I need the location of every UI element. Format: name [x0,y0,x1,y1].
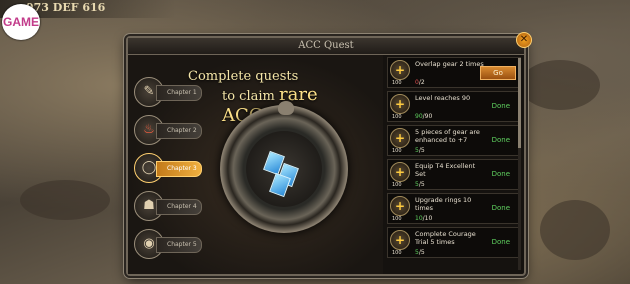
quest-description: Upgrade rings 10 times [415,196,472,212]
done-status: Done [491,102,510,110]
acc-quest-window: ACC Quest ✕ Complete quests to claim rar… [126,32,532,276]
chapter-label: Chapter 5 [156,237,202,253]
plus-reward-icon: + [390,94,410,114]
quest-progress: 5/5 [415,147,425,154]
quest-row: + 100 Upgrade rings 10 times 10/10 Done [387,193,521,224]
quest-progress: 90/90 [415,113,432,120]
window-title: ACC Quest [128,38,524,55]
hud-stats-text: 973 DEF 616 [26,1,106,14]
plus-reward-icon: + [390,196,410,216]
quest-description: Equip T4 Excellent Set [415,162,476,178]
chapter-tab-2[interactable]: ♨ Chapter 2 [134,115,202,145]
reward-ring [220,105,348,233]
background-rock [540,200,610,260]
plus-reward-icon: + [390,128,410,148]
progress-current: 10 [415,215,423,222]
done-status: Done [491,238,510,246]
quest-description: Overlap gear 2 times [415,60,484,68]
quest-list: + 100 Overlap gear 2 times 0/2 Go + 100 … [387,57,521,272]
quest-row: + 100 Overlap gear 2 times 0/2 Go [387,57,521,88]
quest-row: + 100 Level reaches 90 90/90 Done [387,91,521,122]
progress-total: /90 [422,113,433,120]
reward-amount: 100 [392,182,402,188]
ring-center [246,131,322,207]
reward-amount: 100 [392,80,402,86]
plus-reward-icon: + [390,230,410,250]
quest-description: 5 pieces of gear are enhanced to +7 [415,128,480,144]
quest-progress: 10/10 [415,215,432,222]
chapter-tab-3[interactable]: ◯ Chapter 3 [134,153,202,183]
quest-row: + 100 Complete Courage Trial 5 times 5/5… [387,227,521,258]
reward-amount: 100 [392,114,402,120]
quest-scrollbar[interactable] [518,58,521,270]
quest-progress: 5/5 [415,249,425,256]
reward-amount: 100 [392,148,402,154]
headline-line1: Complete quests [188,69,299,84]
scrollbar-thumb[interactable] [518,58,521,148]
close-icon[interactable]: ✕ [516,32,532,48]
background-rock [20,180,110,220]
showcase-panel: Complete quests to claim rare ACCs ✎ Cha… [128,55,383,274]
done-status: Done [491,204,510,212]
background-rock [520,60,600,110]
progress-total: /5 [418,249,425,256]
headline-line2-prefix: to claim [222,89,279,104]
reward-amount: 100 [392,216,402,222]
crystal-icon [269,172,291,198]
game-logo-text: GAME [3,15,39,29]
plus-reward-icon: + [390,60,410,80]
chapter-tab-5[interactable]: ◉ Chapter 5 [134,229,202,259]
progress-total: /5 [418,181,425,188]
plus-reward-icon: + [390,162,410,182]
chapter-tab-1[interactable]: ✎ Chapter 1 [134,77,202,107]
chapter-label: Chapter 3 [156,161,202,177]
done-status: Done [491,136,510,144]
chapter-list: ✎ Chapter 1 ♨ Chapter 2 ◯ Chapter 3 ☗ Ch… [134,77,202,267]
quest-progress: 5/5 [415,181,425,188]
quest-description: Complete Courage Trial 5 times [415,230,476,246]
reward-amount: 100 [392,250,402,256]
go-button[interactable]: Go [480,66,516,80]
done-status: Done [491,170,510,178]
quest-row: + 100 5 pieces of gear are enhanced to +… [387,125,521,156]
quest-progress: 0/2 [415,79,425,86]
progress-total: /5 [418,147,425,154]
quest-row: + 100 Equip T4 Excellent Set 5/5 Done [387,159,521,190]
progress-current: 90 [415,113,423,120]
skull-ornament-icon [278,101,294,115]
progress-total: /2 [418,79,425,86]
chapter-label: Chapter 2 [156,123,202,139]
chapter-label: Chapter 1 [156,85,202,101]
progress-total: /10 [422,215,433,222]
chapter-tab-4[interactable]: ☗ Chapter 4 [134,191,202,221]
quest-description: Level reaches 90 [415,94,471,102]
chapter-label: Chapter 4 [156,199,202,215]
game-logo: GAME [2,4,40,40]
